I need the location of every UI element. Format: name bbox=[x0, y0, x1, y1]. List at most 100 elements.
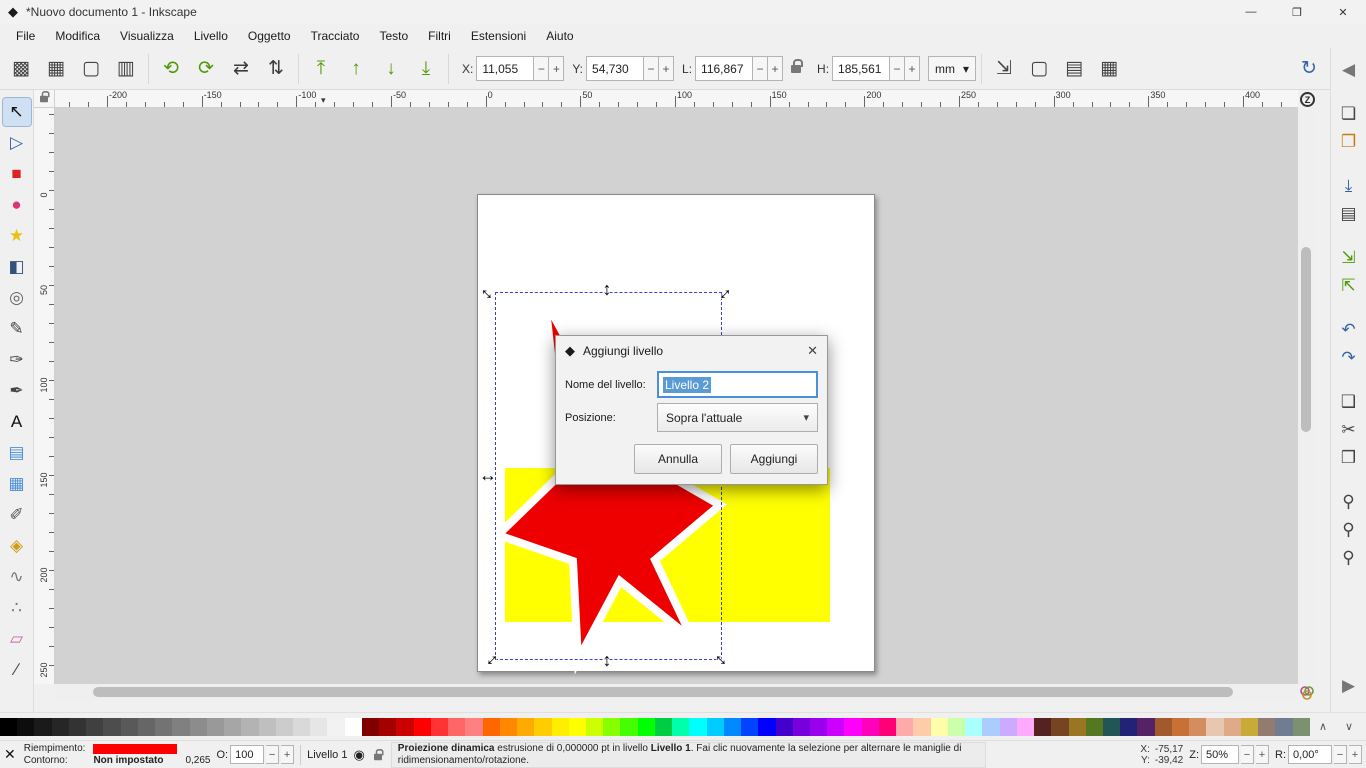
palette-swatch[interactable] bbox=[741, 718, 758, 736]
lower-to-bottom-icon[interactable]: ⤓ bbox=[409, 53, 443, 85]
palette-swatch[interactable] bbox=[0, 718, 17, 736]
palette-swatch[interactable] bbox=[655, 718, 672, 736]
palette-swatch[interactable] bbox=[1051, 718, 1068, 736]
tweak-tool[interactable]: ∿ bbox=[3, 563, 31, 591]
unit-dropdown[interactable]: mm ▾ bbox=[928, 56, 976, 81]
palette-swatch[interactable] bbox=[500, 718, 517, 736]
zoom-increment-button[interactable]: + bbox=[1256, 745, 1269, 764]
palette-swatch[interactable] bbox=[396, 718, 413, 736]
palette-swatch[interactable] bbox=[1189, 718, 1206, 736]
height-field[interactable]: 185,561 bbox=[832, 56, 890, 81]
palette-swatch[interactable] bbox=[672, 718, 689, 736]
paste-icon[interactable]: ❒ bbox=[1334, 444, 1364, 472]
width-increment-button[interactable]: + bbox=[768, 56, 783, 81]
layer-lock-icon[interactable] bbox=[374, 753, 382, 759]
height-decrement-button[interactable]: − bbox=[890, 56, 905, 81]
layer-position-dropdown[interactable]: Sopra l'attuale ▾ bbox=[657, 403, 818, 432]
opacity-field[interactable]: 100 bbox=[230, 745, 264, 764]
copy-icon[interactable]: ❑ bbox=[1334, 388, 1364, 416]
save-icon[interactable]: ⤓ bbox=[1334, 172, 1364, 200]
opacity-increment-button[interactable]: + bbox=[281, 745, 294, 764]
dialog-close-button[interactable]: ✕ bbox=[807, 343, 818, 359]
undo-icon[interactable]: ↶ bbox=[1334, 316, 1364, 344]
scale-corners-toggle-icon[interactable]: ▢ bbox=[1022, 53, 1056, 85]
palette-swatch[interactable] bbox=[913, 718, 930, 736]
palette-swatch[interactable] bbox=[724, 718, 741, 736]
palette-swatch[interactable] bbox=[552, 718, 569, 736]
menu-item-visualizza[interactable]: Visualizza bbox=[110, 26, 184, 46]
selection-touch-icon[interactable]: ▥ bbox=[109, 53, 143, 85]
palette-swatch[interactable] bbox=[1258, 718, 1275, 736]
height-increment-button[interactable]: + bbox=[905, 56, 920, 81]
palette-swatch[interactable] bbox=[982, 718, 999, 736]
palette-swatch[interactable] bbox=[948, 718, 965, 736]
palette-swatch[interactable] bbox=[1137, 718, 1154, 736]
rotate-cw-icon[interactable]: ⟳ bbox=[189, 53, 223, 85]
palette-swatch[interactable] bbox=[345, 718, 362, 736]
palette-swatch[interactable] bbox=[1000, 718, 1017, 736]
palette-swatch[interactable] bbox=[707, 718, 724, 736]
x-decrement-button[interactable]: − bbox=[534, 56, 549, 81]
palette-swatch[interactable] bbox=[310, 718, 327, 736]
palette-swatch[interactable] bbox=[896, 718, 913, 736]
menu-item-testo[interactable]: Testo bbox=[369, 26, 418, 46]
rotation-field[interactable]: 0,00° bbox=[1288, 745, 1332, 764]
palette-swatch[interactable] bbox=[293, 718, 310, 736]
flip-horizontal-icon[interactable]: ⇄ bbox=[224, 53, 258, 85]
palette-swatch[interactable] bbox=[327, 718, 344, 736]
select-all-layers-icon[interactable]: ▦ bbox=[39, 53, 73, 85]
palette-swatch[interactable] bbox=[224, 718, 241, 736]
palette-swatch[interactable] bbox=[758, 718, 775, 736]
palette-swatch[interactable] bbox=[362, 718, 379, 736]
palette-swatch[interactable] bbox=[534, 718, 551, 736]
scale-stroke-toggle-icon[interactable]: ⇲ bbox=[987, 53, 1021, 85]
palette-swatch[interactable] bbox=[190, 718, 207, 736]
pen-tool[interactable]: ✑ bbox=[3, 346, 31, 374]
menu-item-aiuto[interactable]: Aiuto bbox=[536, 26, 583, 46]
flip-vertical-icon[interactable]: ⇅ bbox=[259, 53, 293, 85]
x-increment-button[interactable]: + bbox=[549, 56, 564, 81]
vertical-scrollbar[interactable] bbox=[1298, 108, 1314, 684]
text-tool[interactable]: A bbox=[3, 408, 31, 436]
layer-visibility-icon[interactable]: ◉ bbox=[353, 747, 364, 763]
palette-swatch[interactable] bbox=[1275, 718, 1292, 736]
palette-swatch[interactable] bbox=[172, 718, 189, 736]
palette-swatch[interactable] bbox=[1155, 718, 1172, 736]
y-field[interactable]: 54,730 bbox=[586, 56, 644, 81]
palette-swatch[interactable] bbox=[569, 718, 586, 736]
open-document-icon[interactable]: ❐ bbox=[1334, 128, 1364, 156]
palette-swatch[interactable] bbox=[793, 718, 810, 736]
dialog-titlebar[interactable]: ◆ Aggiungi livello ✕ bbox=[556, 336, 827, 366]
palette-scroll-up-button[interactable]: ∧ bbox=[1310, 717, 1336, 737]
palette-swatch[interactable] bbox=[1103, 718, 1120, 736]
menu-item-modifica[interactable]: Modifica bbox=[45, 26, 110, 46]
redo-icon[interactable]: ↷ bbox=[1334, 344, 1364, 372]
menu-item-filtri[interactable]: Filtri bbox=[418, 26, 461, 46]
selector-tool[interactable]: ↖ bbox=[3, 98, 31, 126]
palette-swatch[interactable] bbox=[121, 718, 138, 736]
gradient-tool[interactable]: ▤ bbox=[3, 439, 31, 467]
mesh-gradient-tool[interactable]: ▦ bbox=[3, 470, 31, 498]
horizontal-scrollbar-thumb[interactable] bbox=[93, 687, 1233, 697]
menu-item-oggetto[interactable]: Oggetto bbox=[238, 26, 301, 46]
connector-tool[interactable]: ∕ bbox=[3, 656, 31, 684]
current-layer-name[interactable]: Livello 1 bbox=[307, 749, 347, 761]
palette-swatch[interactable] bbox=[603, 718, 620, 736]
ellipse-tool[interactable]: ● bbox=[3, 191, 31, 219]
palette-swatch[interactable] bbox=[844, 718, 861, 736]
zoom-selection-icon[interactable]: ⚲ bbox=[1334, 488, 1364, 516]
quick-zoom-icon[interactable]: Z bbox=[1300, 92, 1315, 107]
deselect-icon[interactable]: ▢ bbox=[74, 53, 108, 85]
width-field[interactable]: 116,867 bbox=[695, 56, 753, 81]
y-increment-button[interactable]: + bbox=[659, 56, 674, 81]
lock-guides-icon[interactable] bbox=[40, 95, 48, 101]
vertical-ruler[interactable]: 050100150200250 bbox=[34, 108, 55, 684]
dropper-tool[interactable]: ✐ bbox=[3, 501, 31, 529]
no-paint-icon[interactable]: ✕ bbox=[4, 746, 16, 763]
palette-swatch[interactable] bbox=[776, 718, 793, 736]
rotation-decrement-button[interactable]: − bbox=[1334, 745, 1347, 764]
menu-item-estensioni[interactable]: Estensioni bbox=[461, 26, 536, 46]
selection-handle-bottom-center[interactable]: ↕ bbox=[603, 651, 612, 669]
palette-swatch[interactable] bbox=[259, 718, 276, 736]
palette-swatch[interactable] bbox=[1172, 718, 1189, 736]
